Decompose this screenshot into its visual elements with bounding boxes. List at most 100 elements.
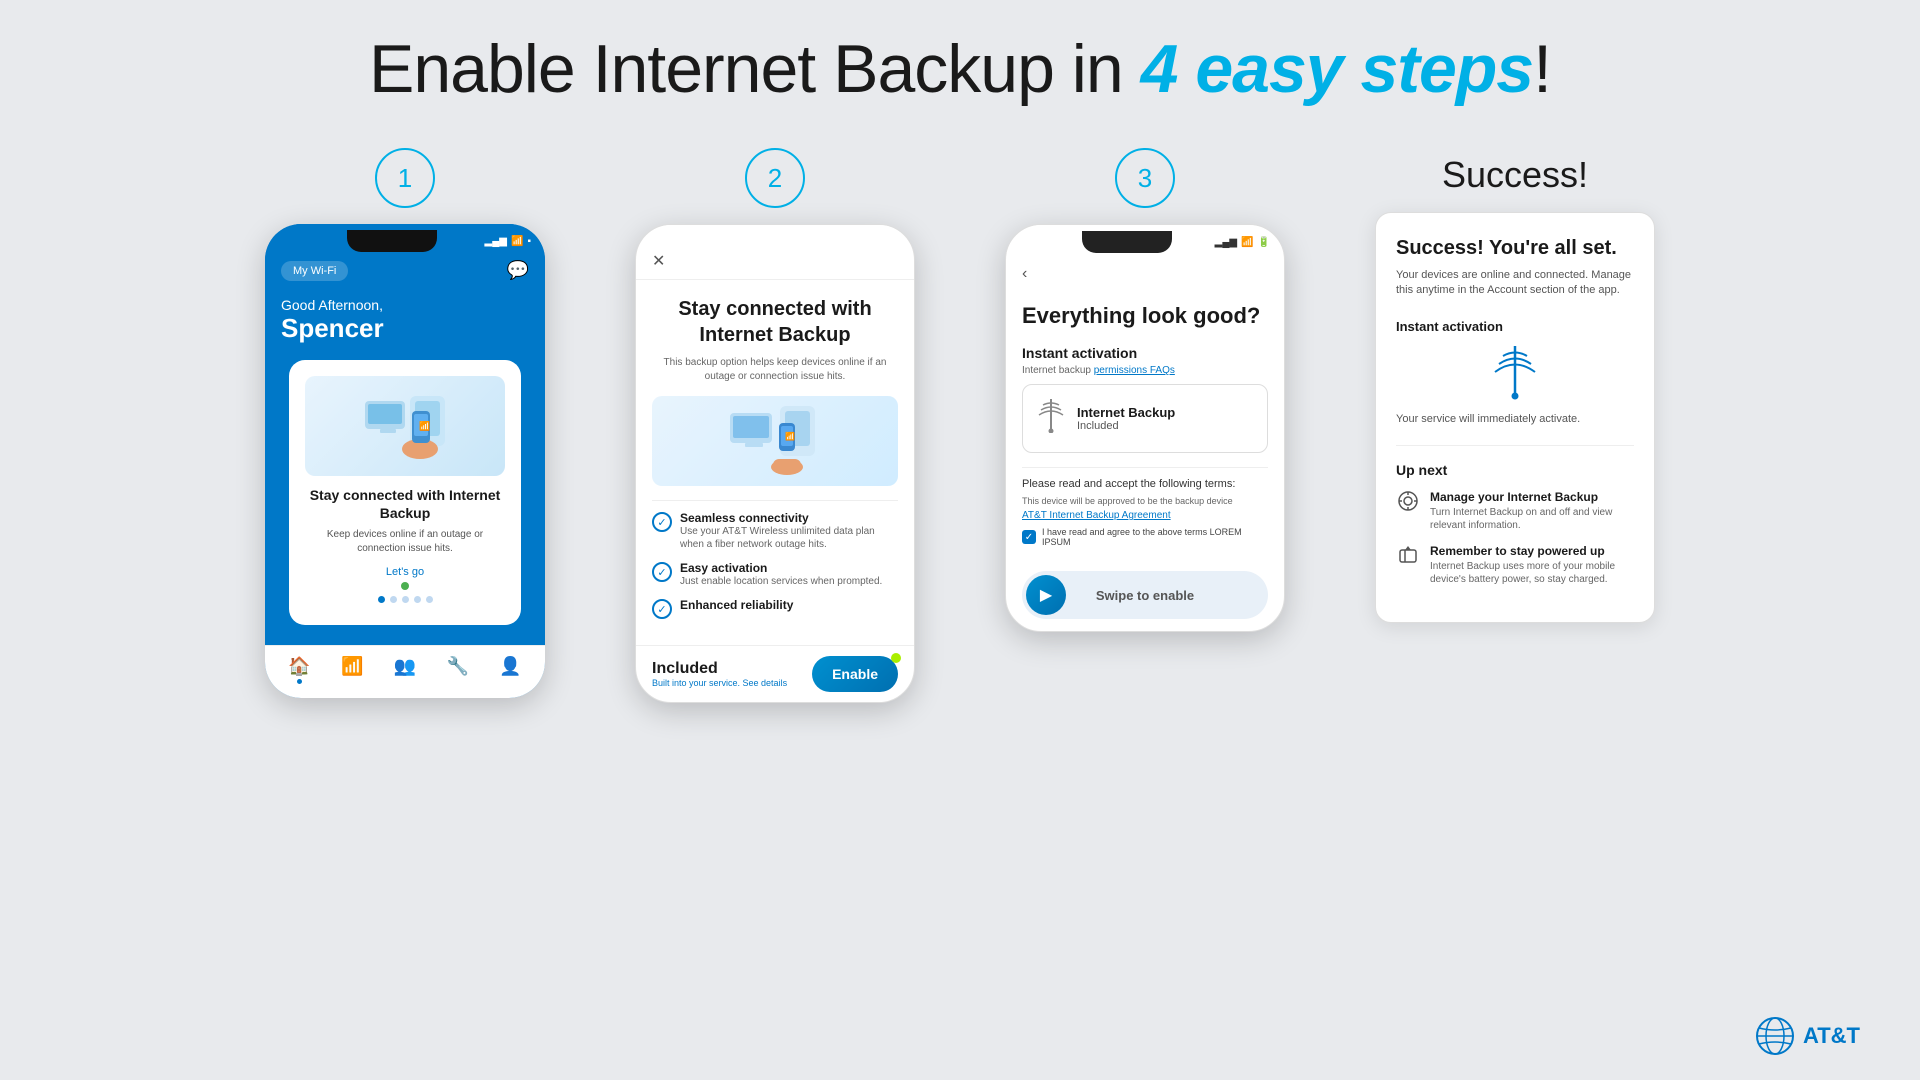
activation-label: Instant activation [1022,345,1268,361]
backup-card-included: Included [1077,420,1175,432]
signal-icon-3: ▂▄▆ [1215,237,1237,248]
feature-2-desc: Just enable location services when promp… [680,575,882,588]
swipe-thumb: ▶ [1026,575,1066,615]
swipe-container[interactable]: ▶ Swipe to enable [1022,571,1268,619]
phone-3-frame: ▂▄▆ 📶 🔋 ‹ Everything look good? Instant … [1005,224,1285,632]
success-desc: Your devices are online and connected. M… [1396,268,1634,299]
nav-tools[interactable]: 🔧 [447,656,469,684]
feature-3: ✓ Enhanced reliability [652,598,898,619]
up-next-item-1-title: Manage your Internet Backup [1430,490,1634,504]
success-activation-label: Instant activation [1396,319,1634,334]
phone-3-status: ▂▄▆ 📶 🔋 [1215,237,1270,248]
permissions-faqs-link[interactable]: permissions FAQs [1094,365,1175,376]
enable-btn-dot [891,653,901,663]
feature-1-desc: Use your AT&T Wireless unlimited data pl… [680,525,898,551]
feature-1-title: Seamless connectivity [680,511,898,525]
terms-checkbox[interactable]: ✓ [1022,530,1036,544]
check-icon-3: ✓ [652,599,672,619]
check-icon-2: ✓ [652,562,672,582]
step-3-number: 3 [1115,148,1175,208]
phone-1-frame: ▂▄▆ 📶 ▪ My Wi-Fi 💬 Good Afternoon, Spenc… [265,224,545,698]
green-dot [401,582,409,590]
wifi-nav-icon: 📶 [341,656,363,677]
dots-nav [305,596,505,603]
step-2-wrapper: 2 ✕ Stay connected with Internet Backup … [610,148,940,703]
dot-nav-2 [390,596,397,603]
att-logo: AT&T [1755,1016,1860,1056]
phone-1-card: 📶 Stay connected with Internet Backup Ke… [289,360,521,625]
nav-home[interactable]: 🏠 [288,656,310,684]
included-label: Included [652,660,787,678]
svg-text:📶: 📶 [785,431,795,441]
backup-card: Internet Backup Included [1022,384,1268,453]
tools-icon: 🔧 [447,656,469,677]
success-panel: Success! You're all set. Your devices ar… [1375,212,1655,623]
terms-label: Please read and accept the following ter… [1022,478,1268,490]
card-title: Stay connected with Internet Backup [305,486,505,522]
page-title: Enable Internet Backup in 4 easy steps! [369,30,1551,108]
close-button[interactable]: ✕ [652,251,665,271]
phone-1-status: ▂▄▆ 📶 ▪ [485,236,531,247]
chat-icon: 💬 [507,260,529,281]
up-next-item-1-desc: Turn Internet Backup on and off and view… [1430,506,1634,532]
feature-2: ✓ Easy activation Just enable location s… [652,561,898,588]
feature-2-title: Easy activation [680,561,882,575]
dot-nav-5 [426,596,433,603]
dot-nav-4 [414,596,421,603]
terms-desc: This device will be approved to be the b… [1022,496,1268,506]
back-button[interactable]: ‹ [1022,265,1027,283]
phone-2-title: Stay connected with Internet Backup [652,296,898,348]
phone-1-bottom-nav: 🏠 📶 👥 🔧 👤 [265,645,545,698]
phone-1-header: My Wi-Fi 💬 [265,252,545,293]
nav-people[interactable]: 👥 [394,656,416,684]
person-icon: 👤 [499,656,521,677]
phone-2-content: Stay connected with Internet Backup This… [636,280,914,645]
activation-section: Instant activation Internet backup permi… [1022,345,1268,453]
success-label: Success! [1442,154,1588,196]
success-title: Success! You're all set. [1396,237,1634,260]
up-next-item-2-title: Remember to stay powered up [1430,544,1634,558]
terms-link[interactable]: AT&T Internet Backup Agreement [1022,510,1268,521]
enable-button[interactable]: Enable [812,656,898,692]
phone-3-notch [1082,231,1172,253]
success-signal-illustration [1490,344,1540,400]
backup-card-title: Internet Backup [1077,405,1175,420]
phone-3-title: Everything look good? [1022,303,1268,329]
up-next-section: Up next Manage your Internet B [1396,445,1634,586]
step-2-number: 2 [745,148,805,208]
phone-1-greeting: Good Afternoon, Spencer [265,293,545,360]
check-icon-1: ✓ [652,512,672,532]
success-wrapper: Success! Success! You're all set. Your d… [1350,148,1680,623]
up-next-item-1: Manage your Internet Backup Turn Interne… [1396,490,1634,532]
greeting-text: Good Afternoon, [281,297,529,313]
step-3-wrapper: 3 ▂▄▆ 📶 🔋 ‹ Everything look good? [980,148,1310,632]
home-icon: 🏠 [288,656,310,677]
included-section: Included Built into your service. See de… [652,660,787,688]
svg-text:📶: 📶 [419,420,430,431]
included-sub: Built into your service. See details [652,678,787,688]
nav-wifi[interactable]: 📶 [341,656,363,684]
greeting-name: Spencer [281,313,529,344]
nav-profile[interactable]: 👤 [499,656,521,684]
terms-agree-text: I have read and agree to the above terms… [1042,527,1268,547]
signal-icon-large [1035,397,1067,440]
wifi-status-icon: 📶 [511,236,523,247]
power-icon [1396,544,1420,572]
feature-3-title: Enhanced reliability [680,598,793,612]
battery-icon-3: 🔋 [1258,237,1270,248]
battery-icon: ▪ [527,236,531,247]
lets-go-link[interactable]: Let's go [305,566,505,578]
wifi-icon-3: 📶 [1241,237,1253,248]
phone-2-header: ✕ [636,239,914,280]
steps-container: 1 ▂▄▆ 📶 ▪ My Wi-Fi 💬 Good Afternoon, [60,148,1860,703]
dot-nav-3 [402,596,409,603]
card-subtitle: Keep devices online if an outage or conn… [305,528,505,556]
phone-3-header: ‹ [1006,253,1284,291]
terms-section: Please read and accept the following ter… [1022,467,1268,547]
people-icon: 👥 [394,656,416,677]
step-1-wrapper: 1 ▂▄▆ 📶 ▪ My Wi-Fi 💬 Good Afternoon, [240,148,570,698]
phone-1-illustration: 📶 [305,376,505,476]
phone-2-frame: ✕ Stay connected with Internet Backup Th… [635,224,915,703]
feature-1: ✓ Seamless connectivity Use your AT&T Wi… [652,511,898,551]
dot-nav-1 [378,596,385,603]
